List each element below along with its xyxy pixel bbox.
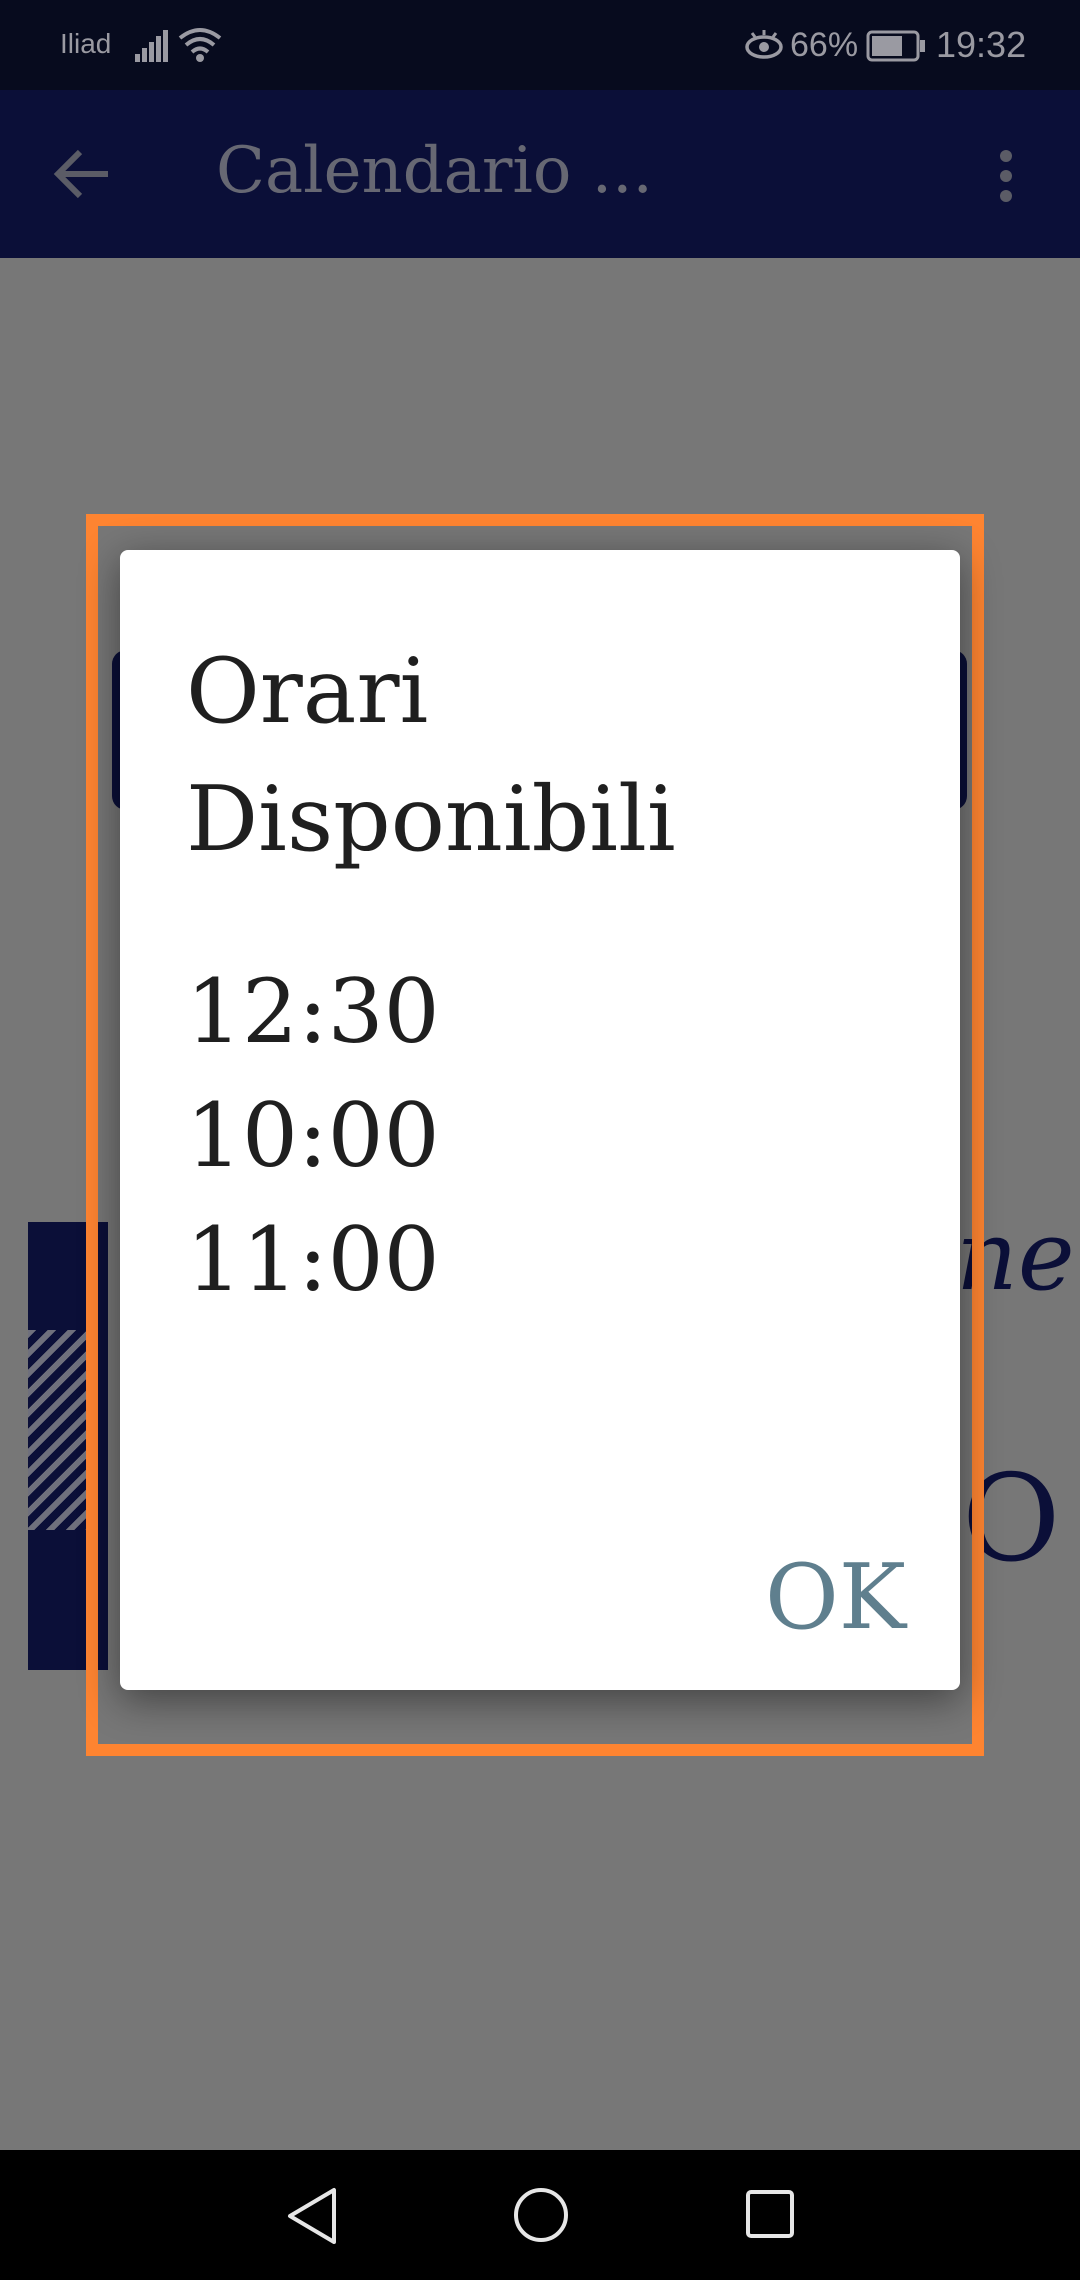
nav-recents-icon[interactable] bbox=[744, 2188, 796, 2240]
navigation-bar bbox=[0, 2150, 1080, 2280]
app-title: Calendario ... bbox=[216, 134, 653, 208]
more-vertical-icon[interactable] bbox=[994, 148, 1018, 204]
time-item: 10:00 bbox=[186, 1084, 440, 1187]
status-bar: Iliad 66% 19:32 bbox=[0, 0, 1080, 90]
ok-button[interactable]: OK bbox=[761, 1545, 910, 1650]
available-times-dialog: Orari Disponibili 12:30 10:00 11:00 OK bbox=[120, 550, 960, 1690]
carrier-label: Iliad bbox=[60, 28, 112, 59]
battery-icon bbox=[866, 30, 925, 62]
time-list: 12:30 10:00 11:00 bbox=[186, 950, 440, 1322]
arrow-left-icon[interactable] bbox=[52, 148, 112, 200]
screen: Iliad 66% 19:32 Calendario ... ne O Orar… bbox=[0, 0, 1080, 2280]
background-logo-detail bbox=[28, 1330, 88, 1530]
status-clock: 19:32 bbox=[936, 24, 1027, 65]
time-item: 12:30 bbox=[186, 960, 440, 1063]
time-item: 11:00 bbox=[186, 1208, 440, 1311]
eye-comfort-icon bbox=[745, 30, 783, 59]
nav-back-icon[interactable] bbox=[284, 2186, 340, 2246]
app-bar: Calendario ... bbox=[0, 90, 1080, 258]
battery-percent: 66% bbox=[790, 26, 859, 64]
dialog-title: Orari Disponibili bbox=[186, 639, 676, 872]
wifi-icon bbox=[178, 28, 222, 62]
signal-icon bbox=[135, 30, 168, 62]
nav-home-icon[interactable] bbox=[512, 2186, 570, 2244]
